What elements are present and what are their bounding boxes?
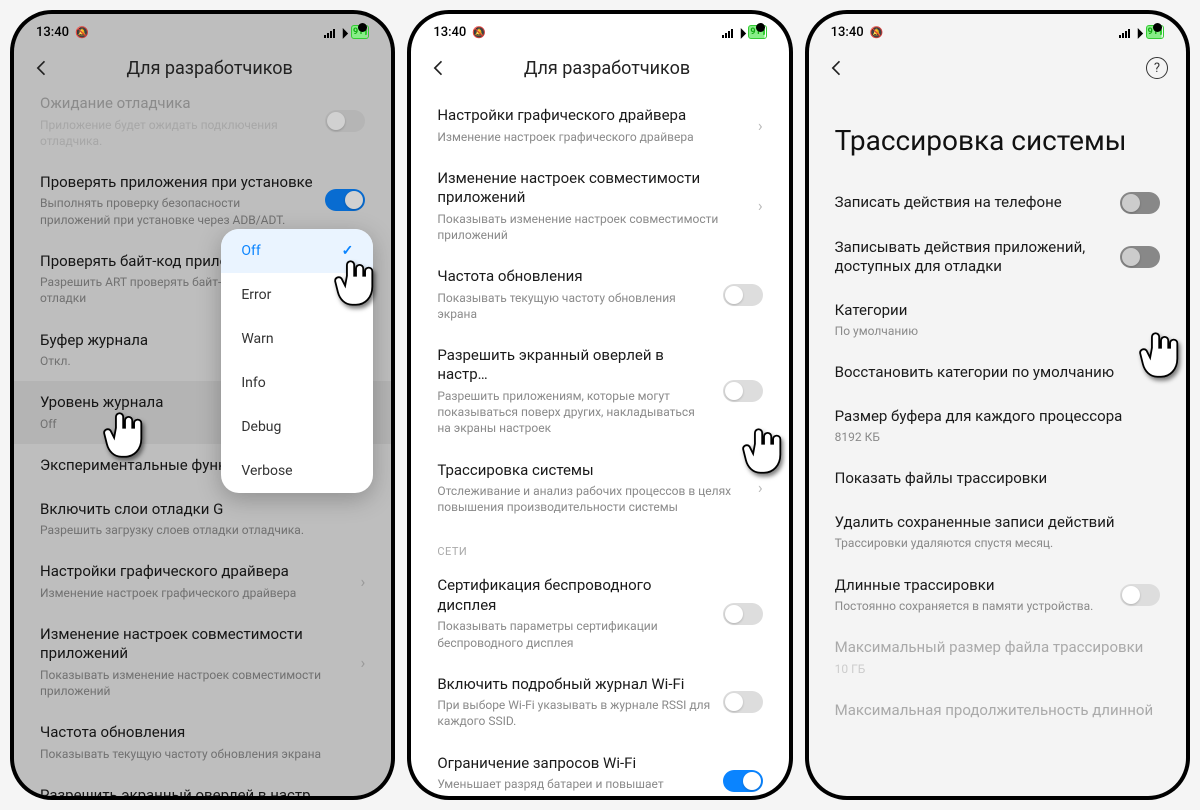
popup-option-info[interactable]: Info xyxy=(221,361,373,405)
back-button[interactable] xyxy=(429,56,453,80)
row-record-phone[interactable]: Записать действия на телефоне xyxy=(809,180,1186,226)
row-restore-categories[interactable]: Восстановить категории по умолчанию xyxy=(809,351,1186,395)
mute-icon xyxy=(472,25,486,40)
content: Трассировка системы Записать действия на… xyxy=(809,94,1186,796)
camera-dot xyxy=(1153,23,1162,32)
toggle-record-debug-apps[interactable] xyxy=(1120,246,1160,268)
page-title: Для разработчиков xyxy=(467,58,746,79)
status-time: 13:40 xyxy=(36,25,69,40)
signal-icon xyxy=(722,27,733,38)
statusbar: 13:40 91 xyxy=(411,14,788,46)
row-overlay[interactable]: Разрешить экранный оверлей в настр…Разре… xyxy=(411,334,788,449)
row-wait-debugger[interactable]: Ожидание отладчика Приложение будет ожид… xyxy=(14,94,391,161)
popup-option-verbose[interactable]: Verbose xyxy=(221,449,373,493)
chevron-right-icon: › xyxy=(361,572,366,591)
back-button[interactable] xyxy=(32,56,56,80)
row-buffer-size[interactable]: Размер буфера для каждого процессора8192… xyxy=(809,395,1186,458)
wifi-icon xyxy=(1134,25,1142,40)
header: Для разработчиков xyxy=(14,46,391,94)
chevron-right-icon: › xyxy=(758,196,763,215)
row-debug-layers[interactable]: Включить слои отладки G Разрешить загруз… xyxy=(14,488,391,551)
row-wireless-cert[interactable]: Сертификация беспроводного дисплеяПоказы… xyxy=(411,564,788,662)
phone-3: 13:40 91 ? Трассировка системы Записать … xyxy=(805,10,1190,800)
popup-option-off[interactable]: Off xyxy=(221,229,373,273)
chevron-right-icon: › xyxy=(758,478,763,497)
row-max-file-size: Максимальный размер файла трассировки10 … xyxy=(809,626,1186,689)
row-wifi-verbose[interactable]: Включить подробный журнал Wi-FiПри выбор… xyxy=(411,663,788,742)
toggle-record-phone[interactable] xyxy=(1120,192,1160,214)
popup-option-debug[interactable]: Debug xyxy=(221,405,373,449)
row-long-traces[interactable]: Длинные трассировкиПостоянно сохраняется… xyxy=(809,564,1186,627)
status-time: 13:40 xyxy=(433,25,466,40)
row-refresh-rate[interactable]: Частота обновленияПоказывать текущую час… xyxy=(411,255,788,334)
header: Для разработчиков xyxy=(411,46,788,94)
row-compat-settings[interactable]: Изменение настроек совместимости приложе… xyxy=(411,157,788,255)
signal-icon xyxy=(324,27,335,38)
header: ? xyxy=(809,46,1186,94)
statusbar: 13:40 91 xyxy=(14,14,391,46)
content: Настройки графического драйвераИзменение… xyxy=(411,94,788,796)
row-categories[interactable]: КатегорииПо умолчанию xyxy=(809,289,1186,352)
row-system-trace[interactable]: Трассировка системыОтслеживание и анализ… xyxy=(411,449,788,528)
row-delete-traces[interactable]: Удалить сохраненные записи действийТрасс… xyxy=(809,501,1186,564)
camera-dot xyxy=(756,23,765,32)
row-gfx-driver[interactable]: Настройки графического драйвераИзменение… xyxy=(411,94,788,157)
status-time: 13:40 xyxy=(831,25,864,40)
toggle-long-traces[interactable] xyxy=(1120,584,1160,606)
page-title: Для разработчиков xyxy=(70,58,349,79)
row-refresh-rate[interactable]: Частота обновления Показывать текущую ча… xyxy=(14,711,391,774)
popup-option-warn[interactable]: Warn xyxy=(221,317,373,361)
toggle-refresh-rate[interactable] xyxy=(723,284,763,306)
toggle-wifi-throttle[interactable] xyxy=(723,770,763,792)
row-overlay[interactable]: Разрешить экранный оверлей в настр… Разр… xyxy=(14,774,391,796)
statusbar: 13:40 91 xyxy=(809,14,1186,46)
log-level-popup: Off Error Warn Info Debug Verbose xyxy=(221,229,373,493)
section-networks: СЕТИ xyxy=(411,527,788,564)
row-show-traces[interactable]: Показать файлы трассировки xyxy=(809,457,1186,501)
row-gfx-driver[interactable]: Настройки графического драйвера Изменени… xyxy=(14,550,391,613)
toggle-wifi-verbose[interactable] xyxy=(723,691,763,713)
row-max-duration: Максимальная продолжительность длинной xyxy=(809,689,1186,733)
wifi-icon xyxy=(339,25,347,40)
row-wifi-throttle[interactable]: Ограничение запросов Wi-FiУменьшает разр… xyxy=(411,742,788,796)
back-button[interactable] xyxy=(827,56,851,80)
row-compat-settings[interactable]: Изменение настроек совместимости приложе… xyxy=(14,613,391,711)
signal-icon xyxy=(1119,27,1130,38)
row-verify-apps[interactable]: Проверять приложения при установке Выпол… xyxy=(14,161,391,240)
help-button[interactable]: ? xyxy=(1146,57,1168,79)
check-icon xyxy=(342,243,354,259)
page-big-title: Трассировка системы xyxy=(809,94,1186,180)
wifi-icon xyxy=(737,25,745,40)
phone-2: 13:40 91 Для разработчиков Настройки гра… xyxy=(407,10,792,800)
chevron-right-icon: › xyxy=(361,653,366,672)
mute-icon xyxy=(870,25,884,40)
toggle-wireless-cert[interactable] xyxy=(723,603,763,625)
toggle-wait-debugger xyxy=(325,110,365,132)
popup-option-error[interactable]: Error xyxy=(221,273,373,317)
chevron-right-icon: › xyxy=(758,116,763,135)
row-record-debug-apps[interactable]: Записывать действия приложений, доступны… xyxy=(809,226,1186,289)
phone-1: 13:40 91 Для разработчиков Ожидание отла… xyxy=(10,10,395,800)
toggle-overlay[interactable] xyxy=(723,380,763,402)
mute-icon xyxy=(75,25,89,40)
toggle-verify-apps[interactable] xyxy=(325,189,365,211)
